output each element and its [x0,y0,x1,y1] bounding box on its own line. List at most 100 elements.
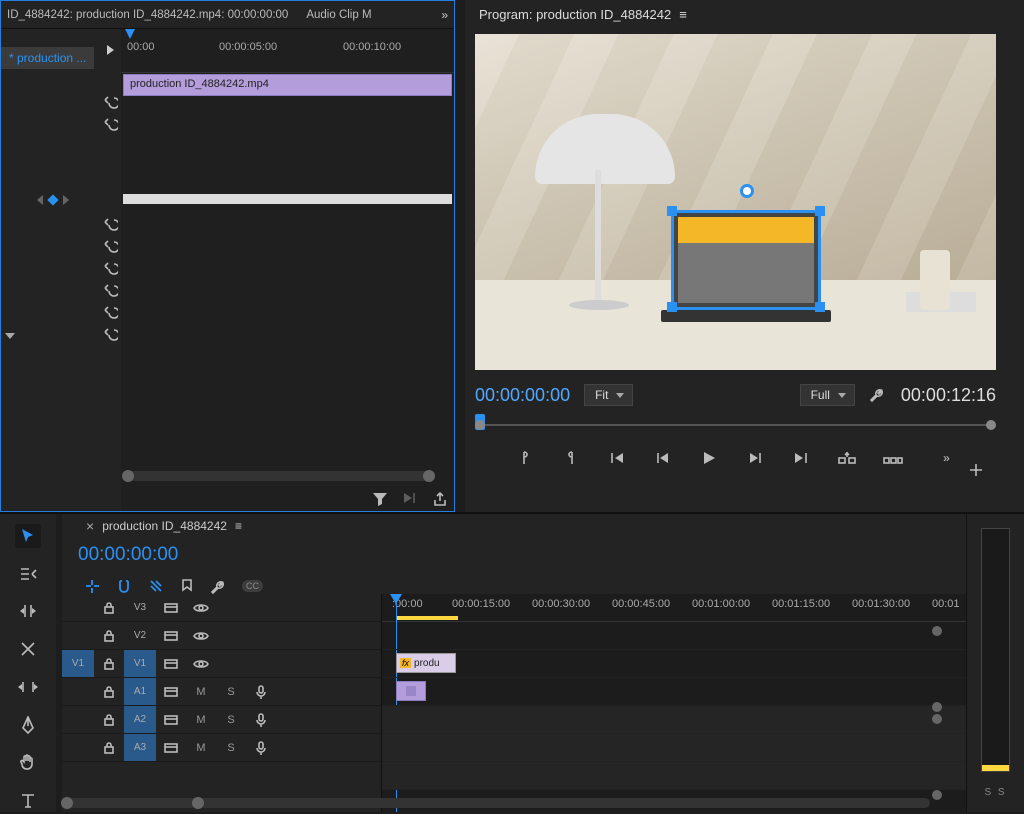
mark-out-icon[interactable] [561,448,581,468]
program-scrubber[interactable] [475,418,996,432]
timeline-h-scrollbar[interactable] [62,798,930,808]
source-patch-v1[interactable]: V1 [62,650,94,677]
undo-icon[interactable] [101,93,119,111]
track-label[interactable]: V2 [124,622,156,649]
lift-icon[interactable] [837,448,857,468]
lock-icon[interactable] [94,622,124,649]
selection-handle-icon[interactable] [667,302,677,312]
source-sequence-tab[interactable]: * production ... [1,47,94,69]
track-label[interactable]: V3 [124,594,156,621]
marker-icon[interactable] [180,578,194,594]
undo-icon[interactable] [101,281,119,299]
track-select-tool-icon[interactable] [15,562,41,586]
program-viewport[interactable] [475,34,996,370]
export-icon[interactable] [432,491,448,507]
step-back-icon[interactable] [653,448,673,468]
razor-tool-icon[interactable] [15,637,41,661]
goto-out-icon[interactable] [791,448,811,468]
audio-waveform[interactable] [123,194,452,204]
undo-icon[interactable] [101,115,119,133]
sequence-name[interactable]: production ID_4884242 [102,519,227,533]
lock-icon[interactable] [94,594,124,621]
pip-selection-box[interactable] [671,210,821,310]
sync-lock-icon[interactable] [156,706,186,733]
mute-toggle[interactable]: M [186,734,216,761]
step-forward-icon[interactable] [745,448,765,468]
track-lane-a2[interactable] [382,734,966,762]
v-scroll-handle-icon[interactable] [932,626,942,636]
captions-icon[interactable]: CC [242,580,263,592]
selection-handle-icon[interactable] [815,302,825,312]
wrench-icon[interactable] [869,386,887,404]
scroll-handle-icon[interactable] [122,470,134,482]
wrench-icon[interactable] [210,578,226,594]
v-scroll-handle-icon[interactable] [932,702,942,712]
selection-tool-icon[interactable] [15,524,41,548]
goto-in-icon[interactable] [607,448,627,468]
lock-icon[interactable] [94,706,124,733]
filter-icon[interactable] [372,491,388,507]
keyframe-diamond-icon[interactable] [47,194,58,205]
hand-tool-icon[interactable] [15,751,41,775]
track-lane-v2[interactable]: fx produ [382,650,966,678]
track-label[interactable]: A1 [124,678,156,705]
solo-toggle[interactable]: S [216,706,246,733]
playhead-icon[interactable] [125,29,135,39]
selection-handle-icon[interactable] [815,206,825,216]
scrub-handle-icon[interactable] [986,420,996,430]
insert-mode-icon[interactable] [84,578,100,594]
track-lane-a1[interactable] [382,706,966,734]
panel-menu-icon[interactable]: ≡ [679,7,687,22]
v-scroll-handle-icon[interactable] [932,790,942,800]
mic-icon[interactable] [246,706,276,733]
scrub-handle-icon[interactable] [475,420,485,430]
source-ruler[interactable]: 00:00 00:00:05:00 00:00:10:00 [121,29,454,73]
type-tool-icon[interactable] [15,788,41,812]
timeline-timecode[interactable]: 00:00:00:00 [70,538,390,570]
panel-menu-icon[interactable]: ≡ [235,519,242,533]
close-icon[interactable]: × [86,518,94,534]
linked-selection-icon[interactable] [148,578,164,594]
track-lane-a3[interactable] [382,762,966,790]
prev-keyframe-icon[interactable] [37,195,43,205]
undo-icon[interactable] [101,303,119,321]
program-in-timecode[interactable]: 00:00:00:00 [475,385,570,406]
lock-icon[interactable] [94,678,124,705]
expand-icon[interactable] [107,45,114,55]
chevron-down-icon[interactable] [5,333,15,339]
rotation-handle-icon[interactable] [740,184,754,198]
solo-toggle[interactable]: S [216,678,246,705]
sync-lock-icon[interactable] [156,594,186,621]
undo-icon[interactable] [101,325,119,343]
scroll-handle-icon[interactable] [423,470,435,482]
timeline-ruler[interactable]: :00:00 00:00:15:00 00:00:30:00 00:00:45:… [382,594,966,622]
undo-icon[interactable] [101,259,119,277]
sync-lock-icon[interactable] [156,678,186,705]
eye-icon[interactable] [186,622,216,649]
clip-v2[interactable]: fx produ [396,653,456,673]
sync-lock-icon[interactable] [156,622,186,649]
play-icon[interactable] [699,448,719,468]
resolution-select[interactable]: Full [800,384,855,406]
track-lane-v3[interactable] [382,622,966,650]
ripple-edit-tool-icon[interactable] [15,600,41,624]
track-label[interactable]: A3 [124,734,156,761]
program-tab[interactable]: Program: production ID_4884242 ≡ [465,0,1024,28]
mark-in-icon[interactable] [515,448,535,468]
audio-meter[interactable] [981,528,1010,772]
extract-icon[interactable] [883,448,903,468]
v-scroll-handle-icon[interactable] [932,714,942,724]
solo-toggle[interactable]: S [216,734,246,761]
mute-toggle[interactable]: M [186,706,216,733]
work-area-bar[interactable] [396,616,458,620]
more-chevron-icon[interactable]: » [937,448,957,468]
clip-v1[interactable] [396,681,426,701]
play-only-icon[interactable] [402,491,418,507]
pen-tool-icon[interactable] [15,713,41,737]
source-clip[interactable]: production ID_4884242.mp4 [123,74,452,96]
eye-icon[interactable] [186,650,216,677]
lock-icon[interactable] [94,650,124,677]
lock-icon[interactable] [94,734,124,761]
zoom-select[interactable]: Fit [584,384,633,406]
snap-icon[interactable] [116,578,132,594]
